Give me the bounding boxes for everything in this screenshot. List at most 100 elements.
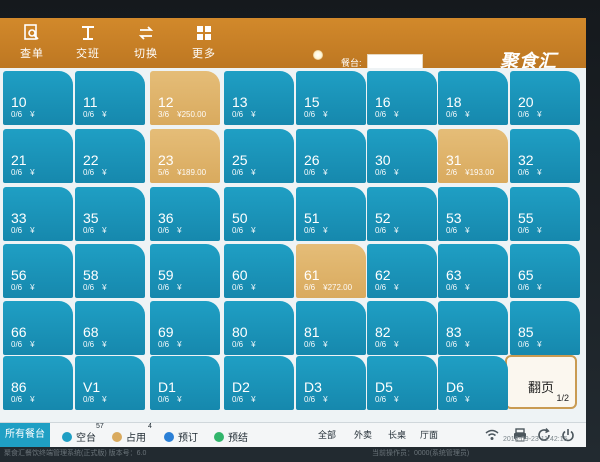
- legend-prebilled[interactable]: 预结: [214, 429, 248, 444]
- switch-button[interactable]: 切换: [126, 24, 166, 64]
- filter-all[interactable]: 全部: [318, 428, 336, 441]
- table-tile[interactable]: 58 0/6 ¥: [75, 244, 145, 298]
- table-amount: ¥: [465, 226, 470, 235]
- table-amount: ¥: [177, 340, 182, 349]
- table-meta: 0/6 ¥: [11, 395, 43, 404]
- table-tile[interactable]: 86 0/6 ¥: [3, 356, 73, 410]
- table-tile[interactable]: 53 0/6 ¥: [438, 187, 508, 241]
- table-amount: ¥: [251, 283, 256, 292]
- table-tile[interactable]: 80 0/6 ¥: [224, 301, 294, 355]
- table-tile[interactable]: 50 0/6 ¥: [224, 187, 294, 241]
- table-guests: 0/6: [11, 226, 23, 235]
- table-tile[interactable]: 65 0/6 ¥: [510, 244, 580, 298]
- filter-hall[interactable]: 厅面: [420, 428, 438, 441]
- table-tile[interactable]: 56 0/6 ¥: [3, 244, 73, 298]
- table-tile[interactable]: D2 0/6 ¥: [224, 356, 294, 410]
- table-tile[interactable]: 12 3/6 ¥250.00: [150, 71, 220, 125]
- table-tile[interactable]: 10 0/6 ¥: [3, 71, 73, 125]
- table-tile[interactable]: 69 0/6 ¥: [150, 301, 220, 355]
- table-tile[interactable]: 22 0/6 ¥: [75, 129, 145, 183]
- table-tile[interactable]: D5 0/6 ¥: [367, 356, 437, 410]
- legend-occupied-count: 4: [148, 423, 152, 430]
- table-tile[interactable]: 61 6/6 ¥272.00: [296, 244, 366, 298]
- filter-takeout[interactable]: 外卖: [354, 428, 372, 441]
- table-tile[interactable]: 25 0/6 ¥: [224, 129, 294, 183]
- table-tile[interactable]: 31 2/6 ¥193.00: [438, 129, 508, 183]
- table-tile[interactable]: 81 0/6 ¥: [296, 301, 366, 355]
- table-tile[interactable]: 30 0/6 ¥: [367, 129, 437, 183]
- table-number: 22: [83, 152, 99, 168]
- table-meta: 0/6 ¥: [375, 340, 407, 349]
- legend-free[interactable]: 空台 57: [62, 423, 104, 444]
- table-tile[interactable]: 32 0/6 ¥: [510, 129, 580, 183]
- table-number: 82: [375, 324, 391, 340]
- table-tile[interactable]: 60 0/6 ¥: [224, 244, 294, 298]
- table-tile[interactable]: 82 0/6 ¥: [367, 301, 437, 355]
- table-amount: ¥250.00: [177, 110, 207, 119]
- table-tile[interactable]: 33 0/6 ¥: [3, 187, 73, 241]
- table-tile[interactable]: 35 0/6 ¥: [75, 187, 145, 241]
- table-meta: 0/8 ¥: [83, 395, 115, 404]
- table-meta: 0/6 ¥: [232, 395, 264, 404]
- table-tile[interactable]: D1 0/6 ¥: [150, 356, 220, 410]
- table-amount: ¥: [177, 283, 182, 292]
- table-number: D1: [158, 379, 176, 395]
- legend-prebilled-swatch: [214, 431, 224, 442]
- table-guests: 0/6: [158, 395, 170, 404]
- table-amount: ¥: [251, 168, 256, 177]
- table-tile[interactable]: 66 0/6 ¥: [3, 301, 73, 355]
- table-meta: 0/6 ¥: [446, 340, 478, 349]
- table-meta: 0/6 ¥: [11, 226, 43, 235]
- table-tile[interactable]: 68 0/6 ¥: [75, 301, 145, 355]
- table-tile[interactable]: 15 0/6 ¥: [296, 71, 366, 125]
- table-tile[interactable]: 59 0/6 ¥: [150, 244, 220, 298]
- table-number: D3: [304, 379, 322, 395]
- table-tile[interactable]: D3 0/6 ¥: [296, 356, 366, 410]
- table-number-input[interactable]: [367, 54, 423, 69]
- table-tile[interactable]: 63 0/6 ¥: [438, 244, 508, 298]
- more-button[interactable]: 更多: [184, 24, 224, 64]
- table-tile[interactable]: 23 5/6 ¥189.00: [150, 129, 220, 183]
- table-number: 63: [446, 267, 462, 283]
- table-tile[interactable]: 62 0/6 ¥: [367, 244, 437, 298]
- table-tile[interactable]: 55 0/6 ¥: [510, 187, 580, 241]
- all-tables-button[interactable]: 所有餐台: [0, 423, 50, 447]
- table-tile[interactable]: 11 0/6 ¥: [75, 71, 145, 125]
- handover-button[interactable]: 交班: [68, 24, 108, 64]
- table-tile[interactable]: D6 0/6 ¥: [438, 356, 508, 410]
- table-guests: 0/6: [375, 168, 387, 177]
- table-guests: 0/8: [83, 395, 95, 404]
- table-number: D6: [446, 379, 464, 395]
- table-tile[interactable]: 18 0/6 ¥: [438, 71, 508, 125]
- table-meta: 0/6 ¥: [375, 226, 407, 235]
- table-number: 81: [304, 324, 320, 340]
- legend-reserved[interactable]: 预订: [164, 429, 198, 444]
- table-tile[interactable]: V1 0/8 ¥: [75, 356, 145, 410]
- table-number: 11: [83, 94, 98, 110]
- table-guests: 0/6: [518, 340, 530, 349]
- next-page-button[interactable]: 翻页 1/2: [505, 355, 577, 409]
- table-number: 66: [11, 324, 27, 340]
- table-meta: 0/6 ¥: [158, 395, 190, 404]
- table-number: 25: [232, 152, 248, 168]
- table-tile[interactable]: 51 0/6 ¥: [296, 187, 366, 241]
- table-tile[interactable]: 83 0/6 ¥: [438, 301, 508, 355]
- table-tile[interactable]: 16 0/6 ¥: [367, 71, 437, 125]
- table-meta: 0/6 ¥: [446, 226, 478, 235]
- table-tile[interactable]: 85 0/6 ¥: [510, 301, 580, 355]
- table-meta: 6/6 ¥272.00: [304, 283, 360, 292]
- table-tile[interactable]: 52 0/6 ¥: [367, 187, 437, 241]
- filter-long-table[interactable]: 长桌: [388, 428, 406, 441]
- table-tile[interactable]: 13 0/6 ¥: [224, 71, 294, 125]
- table-tile[interactable]: 21 0/6 ¥: [3, 129, 73, 183]
- table-guests: 0/6: [83, 110, 95, 119]
- table-tile[interactable]: 26 0/6 ¥: [296, 129, 366, 183]
- table-tile[interactable]: 36 0/6 ¥: [150, 187, 220, 241]
- table-amount: ¥: [30, 340, 35, 349]
- table-guests: 0/6: [11, 168, 23, 177]
- view-order-button[interactable]: 查单: [12, 24, 52, 64]
- table-meta: 0/6 ¥: [304, 168, 336, 177]
- legend-occupied[interactable]: 占用 4: [112, 423, 152, 444]
- table-meta: 0/6 ¥: [158, 226, 190, 235]
- table-tile[interactable]: 20 0/6 ¥: [510, 71, 580, 125]
